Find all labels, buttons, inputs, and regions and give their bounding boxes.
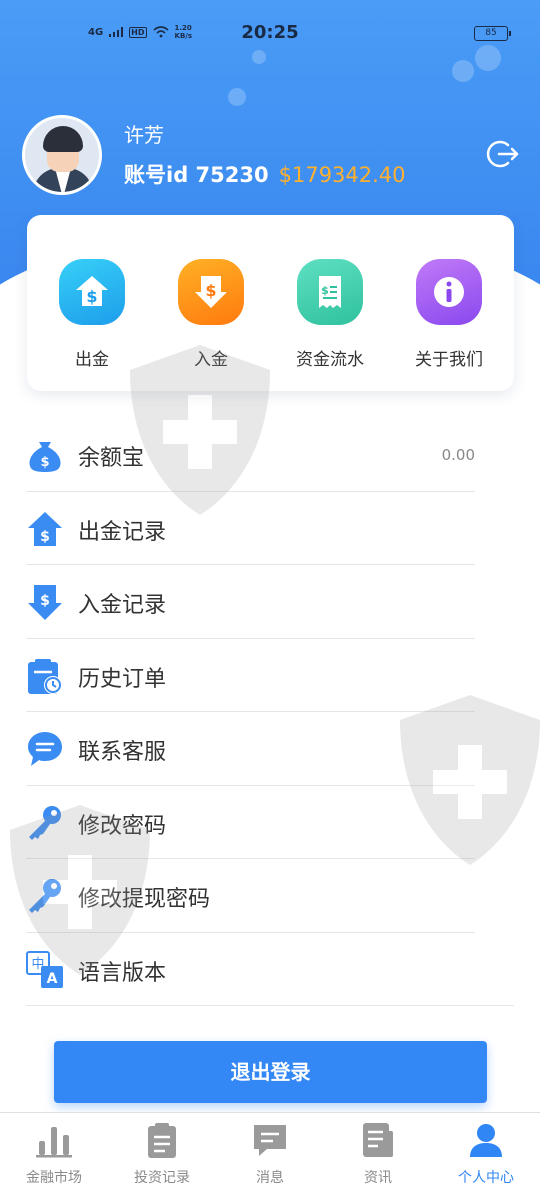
menu-item-yuebao[interactable]: $ 余额宝 0.00 [0, 418, 540, 492]
money-bag-icon: $ [29, 442, 61, 472]
account-row: 账号id 75230 $179342.40 [124, 159, 406, 189]
settings-menu: $ 余额宝 0.00 $ 出金记录 $ 入金记录 历史订单 联系客服 修改密码 … [0, 418, 540, 1006]
key-icon [29, 879, 61, 913]
house-dollar-icon: $ [28, 511, 62, 546]
quick-action-label: 出金 [75, 350, 109, 370]
tab-messages[interactable]: 消息 [216, 1121, 324, 1187]
menu-item-label: 历史订单 [78, 666, 167, 692]
menu-item-deposit-records[interactable]: $ 入金记录 [0, 565, 540, 639]
svg-text:$: $ [40, 455, 49, 470]
menu-item-change-password[interactable]: 修改密码 [0, 786, 540, 859]
menu-item-value: 0.00 [441, 446, 475, 464]
person-icon [470, 1124, 502, 1157]
coin-decoration [252, 50, 266, 64]
logout-button[interactable]: 退出登录 [54, 1041, 487, 1103]
bottom-tab-bar: 金融市场 投资记录 消息 资讯 个人中心 [0, 1112, 540, 1188]
message-icon [254, 1125, 286, 1156]
svg-text:A: A [47, 971, 58, 987]
avatar[interactable] [22, 115, 102, 195]
svg-text:$: $ [205, 281, 216, 300]
account-id: 账号id 75230 [124, 163, 269, 187]
menu-item-label: 联系客服 [78, 740, 167, 765]
bar-chart-icon [36, 1127, 72, 1158]
tab-news[interactable]: 资讯 [324, 1121, 432, 1187]
tab-label: 个人中心 [458, 1170, 514, 1186]
username: 许芳 [124, 123, 164, 147]
svg-text:$: $ [40, 593, 50, 609]
menu-item-change-withdraw-password[interactable]: 修改提现密码 [0, 859, 540, 933]
tab-market[interactable]: 金融市场 [0, 1121, 108, 1187]
tab-label: 投资记录 [134, 1170, 190, 1186]
key-icon [29, 805, 61, 840]
quick-action-label: 关于我们 [415, 350, 483, 370]
receipt-dollar-icon: $ [297, 259, 363, 325]
quick-action-deposit[interactable]: $ 入金 [151, 259, 271, 370]
quick-action-fund-flow[interactable]: $ 资金流水 [270, 259, 390, 370]
tab-label: 消息 [256, 1170, 284, 1186]
clipboard-clock-icon [28, 658, 62, 694]
coin-decoration [475, 45, 501, 71]
svg-text:$: $ [86, 287, 97, 306]
coin-decoration [228, 88, 246, 106]
quick-actions-card: $ 出金 $ 入金 $ 资金流水 关于我们 [27, 215, 514, 391]
news-icon [363, 1123, 393, 1157]
menu-item-order-history[interactable]: 历史订单 [0, 639, 540, 712]
chat-bubble-icon [28, 732, 62, 766]
battery-indicator: 85 [474, 26, 511, 41]
menu-item-label: 语言版本 [78, 960, 167, 986]
tab-investment-records[interactable]: 投资记录 [108, 1121, 216, 1187]
menu-item-label: 修改提现密码 [78, 887, 211, 912]
deposit-arrow-dollar-icon: $ [178, 259, 244, 325]
divider [26, 1005, 514, 1006]
quick-action-label: 入金 [194, 350, 228, 370]
menu-item-label: 修改密码 [78, 813, 167, 839]
svg-text:$: $ [40, 529, 50, 545]
menu-item-label: 出金记录 [78, 519, 167, 545]
quick-action-withdraw[interactable]: $ 出金 [32, 259, 152, 370]
menu-item-label: 入金记录 [78, 593, 167, 618]
status-bar: 4G HD 1.20 KB/s 20:25 85 [0, 18, 540, 48]
tab-label: 金融市场 [26, 1170, 82, 1186]
menu-item-withdraw-records[interactable]: $ 出金记录 [0, 492, 540, 565]
tab-personal-center[interactable]: 个人中心 [432, 1121, 540, 1187]
menu-item-customer-service[interactable]: 联系客服 [0, 712, 540, 786]
profile-header: 许芳 账号id 75230 $179342.40 [22, 115, 522, 197]
info-icon [416, 259, 482, 325]
quick-action-label: 资金流水 [296, 350, 364, 370]
logout-icon[interactable] [486, 137, 520, 171]
clipboard-icon [148, 1123, 176, 1158]
language-icon: 中 A [26, 950, 63, 988]
clock: 20:25 [241, 22, 299, 43]
coin-decoration [452, 60, 474, 82]
menu-item-label: 余额宝 [78, 446, 145, 471]
tab-label: 资讯 [364, 1170, 392, 1186]
account-balance: $179342.40 [278, 163, 406, 187]
menu-item-language[interactable]: 中 A 语言版本 [0, 933, 540, 1006]
arrow-dollar-icon: $ [28, 585, 62, 620]
withdraw-house-dollar-icon: $ [59, 259, 125, 325]
quick-action-about[interactable]: 关于我们 [389, 259, 509, 370]
svg-text:$: $ [321, 284, 329, 297]
